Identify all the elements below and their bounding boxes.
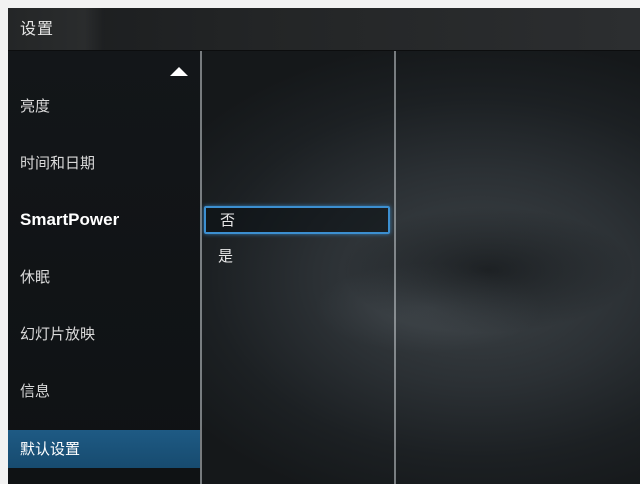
triangle-up-icon[interactable] <box>170 67 188 76</box>
settings-screen: 设置 亮度 时间和日期 SmartPower 休眠 幻灯片放映 信息 默认设置 … <box>8 8 640 484</box>
menu-item-time-date[interactable]: 时间和日期 <box>8 143 200 183</box>
column-divider-right <box>394 51 396 484</box>
menu-item-brightness[interactable]: 亮度 <box>8 86 200 126</box>
menu-item-slideshow[interactable]: 幻灯片放映 <box>8 314 200 354</box>
menu-item-smartpower[interactable]: SmartPower <box>8 200 200 240</box>
page-title: 设置 <box>8 8 104 50</box>
menu-item-sleep[interactable]: 休眠 <box>8 257 200 297</box>
column-divider-left <box>200 51 202 484</box>
menu-item-info[interactable]: 信息 <box>8 371 200 411</box>
option-yes[interactable]: 是 <box>204 242 390 270</box>
option-no[interactable]: 否 <box>204 206 390 234</box>
top-bar: 设置 <box>8 8 640 51</box>
settings-menu: 亮度 时间和日期 SmartPower 休眠 幻灯片放映 信息 默认设置 <box>8 51 200 484</box>
menu-item-default-settings[interactable]: 默认设置 <box>8 430 200 468</box>
